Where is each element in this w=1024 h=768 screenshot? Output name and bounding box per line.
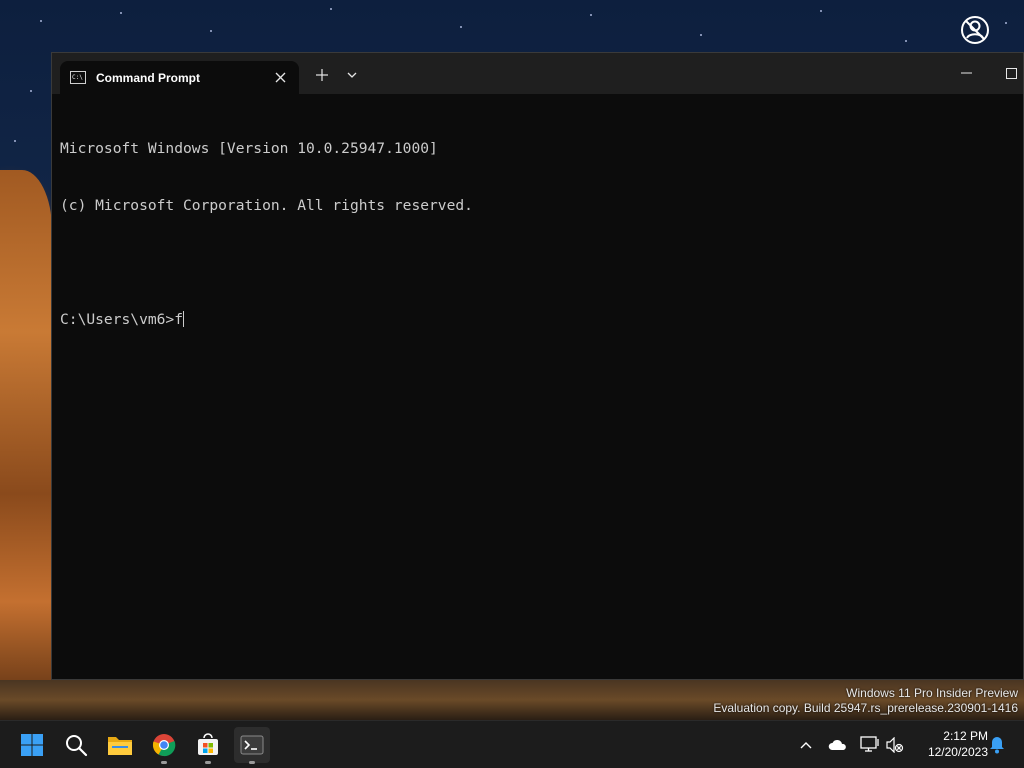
onedrive-cloud-icon (828, 739, 846, 750)
maximize-button[interactable] (998, 61, 1024, 85)
console-prompt-line[interactable]: C:\Users\vm6>f (60, 310, 1015, 329)
star (210, 30, 212, 32)
console-line: Microsoft Windows [Version 10.0.25947.10… (60, 140, 438, 157)
account-icon[interactable] (959, 14, 991, 46)
network-button[interactable] (858, 733, 882, 757)
microsoft-store-button[interactable] (190, 727, 226, 764)
star (590, 14, 592, 16)
running-indicator (249, 761, 255, 764)
star (120, 12, 122, 14)
chrome-button[interactable] (146, 727, 182, 764)
title-bar[interactable]: C:\ Command Prompt (52, 53, 1023, 94)
new-tab-button[interactable] (312, 65, 332, 85)
star (40, 20, 42, 22)
console-line: (c) Microsoft Corporation. All rights re… (60, 197, 473, 214)
clock[interactable]: 2:12 PM 12/20/2023 (912, 728, 988, 760)
search-icon (66, 735, 88, 757)
store-icon (198, 733, 218, 755)
star (905, 40, 907, 42)
minimize-button[interactable] (952, 61, 980, 85)
star (460, 26, 462, 28)
terminal-icon (240, 735, 264, 755)
bell-icon (990, 737, 1004, 754)
star (14, 140, 16, 142)
close-icon (275, 72, 285, 82)
tab-title: Command Prompt (96, 70, 201, 85)
file-explorer-icon (108, 737, 132, 755)
tab-command-prompt[interactable]: C:\ Command Prompt (60, 61, 299, 94)
evaluation-watermark: Windows 11 Pro Insider Preview Evaluatio… (713, 686, 1018, 716)
volume-button[interactable] (884, 733, 906, 757)
start-button[interactable] (14, 727, 50, 763)
notifications-button[interactable] (986, 733, 1008, 757)
terminal-button[interactable] (234, 727, 270, 764)
star (1005, 22, 1007, 24)
running-indicator (205, 761, 211, 764)
clock-date: 12/20/2023 (927, 745, 988, 759)
search-button[interactable] (58, 727, 94, 763)
onedrive-button[interactable] (826, 733, 850, 757)
cmd-icon: C:\ (70, 71, 86, 84)
chevron-up-icon (800, 742, 812, 749)
chrome-icon (152, 734, 176, 757)
network-icon (860, 736, 879, 752)
watermark-line-1: Windows 11 Pro Insider Preview (846, 686, 1018, 700)
maximize-icon (1005, 67, 1017, 79)
file-explorer-button[interactable] (102, 727, 138, 763)
chevron-down-icon (347, 72, 357, 78)
console-output[interactable]: Microsoft Windows [Version 10.0.25947.10… (60, 101, 1015, 671)
running-indicator (161, 761, 167, 764)
clock-time: 2:12 PM (943, 729, 988, 743)
prompt-text: C:\Users\vm6>f (60, 311, 184, 328)
minimize-icon (960, 72, 972, 74)
close-tab-button[interactable] (271, 68, 289, 86)
watermark-line-2: Evaluation copy. Build 25947.rs_prerelea… (713, 701, 1018, 715)
terminal-window: C:\ Command Prompt Microsoft Windows [Ve… (51, 52, 1024, 680)
start-icon (21, 734, 43, 756)
volume-muted-icon (886, 737, 904, 753)
star (820, 10, 822, 12)
show-hidden-icons-button[interactable] (796, 733, 816, 757)
star (700, 34, 702, 36)
taskbar: 2:12 PM 12/20/2023 (0, 720, 1024, 768)
star (330, 8, 332, 10)
star (30, 90, 32, 92)
wallpaper-rock-left (0, 170, 52, 710)
text-cursor (183, 311, 185, 327)
tab-dropdown-button[interactable] (342, 65, 362, 85)
plus-icon (316, 69, 328, 81)
